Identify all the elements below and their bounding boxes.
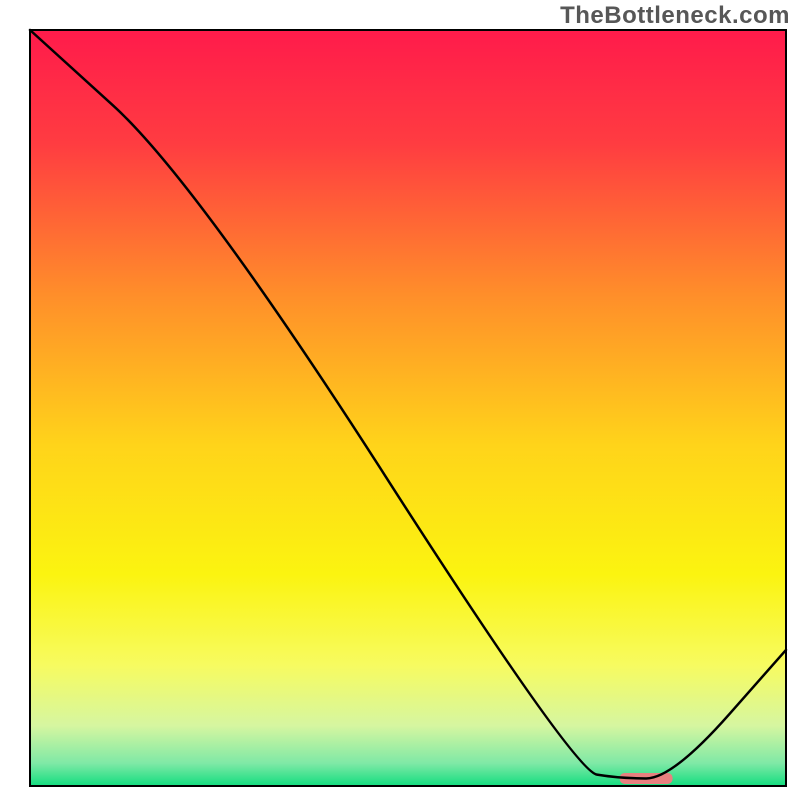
plot-area (30, 30, 786, 786)
gradient-background (30, 30, 786, 786)
bottleneck-chart (0, 0, 800, 800)
chart-container: TheBottleneck.com (0, 0, 800, 800)
